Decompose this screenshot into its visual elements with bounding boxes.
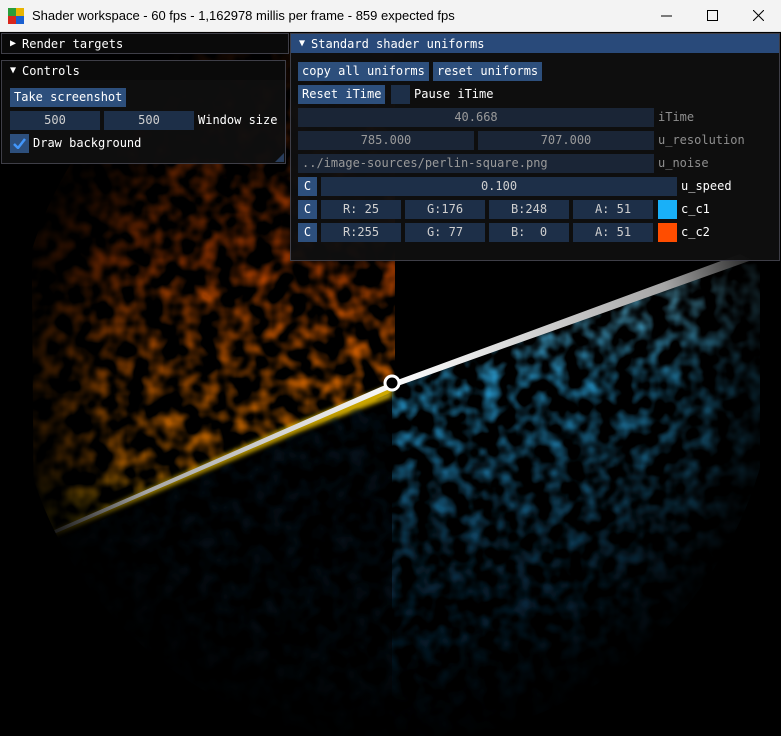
render-targets-title: Render targets (22, 36, 124, 51)
copy-all-uniforms-button[interactable]: copy all uniforms (298, 62, 429, 81)
controls-header[interactable]: ▼ Controls (2, 61, 285, 80)
speed-slider[interactable]: 0.100 (321, 177, 677, 196)
uniforms-header[interactable]: ▼ Standard shader uniforms (291, 34, 779, 53)
c1-a-field[interactable]: A: 51 (573, 200, 653, 219)
title-bar: Shader workspace - 60 fps - 1,162978 mil… (0, 0, 781, 32)
controls-window: ▼ Controls Take screenshot 500 500 Windo… (1, 60, 286, 164)
draw-background-checkbox[interactable] (10, 134, 29, 153)
c2-g-field[interactable]: G: 77 (405, 223, 485, 242)
collapsed-triangle-icon: ▶ (10, 38, 17, 49)
render-targets-window: ▶ Render targets (1, 33, 289, 54)
minimize-icon (660, 15, 672, 17)
reset-uniforms-button[interactable]: reset uniforms (433, 62, 543, 81)
noise-label: u_noise (658, 156, 709, 170)
noise-texture-field[interactable]: ../image-sources/perlin-square.png (298, 154, 654, 173)
c1-g-field[interactable]: G:176 (405, 200, 485, 219)
c2-a-field[interactable]: A: 51 (573, 223, 653, 242)
uniforms-window: ▼ Standard shader uniforms copy all unif… (290, 33, 780, 261)
uniforms-title: Standard shader uniforms (311, 36, 485, 51)
c1-r-field[interactable]: R: 25 (321, 200, 401, 219)
resolution-y-field[interactable]: 707.000 (478, 131, 654, 150)
speed-c-button[interactable]: C (298, 177, 317, 196)
resolution-x-field[interactable]: 785.000 (298, 131, 474, 150)
c2-b-field[interactable]: B: 0 (489, 223, 569, 242)
c1-c-button[interactable]: C (298, 200, 317, 219)
render-targets-header[interactable]: ▶ Render targets (2, 34, 288, 53)
c1-color-swatch[interactable] (658, 200, 677, 219)
speed-label: u_speed (681, 179, 732, 193)
c2-color-swatch[interactable] (658, 223, 677, 242)
resolution-label: u_resolution (658, 133, 745, 147)
minimize-button[interactable] (643, 0, 689, 32)
c1-b-field[interactable]: B:248 (489, 200, 569, 219)
expanded-triangle-icon: ▼ (10, 65, 17, 76)
window-height-input[interactable]: 500 (104, 111, 194, 130)
c2-label: c_c2 (681, 225, 710, 239)
itime-field[interactable]: 40.668 (298, 108, 654, 127)
draw-background-label: Draw background (33, 136, 142, 150)
resize-grip-icon[interactable] (275, 153, 284, 162)
c2-c-button[interactable]: C (298, 223, 317, 242)
pause-itime-checkbox[interactable] (391, 85, 410, 104)
reset-itime-button[interactable]: Reset iTime (298, 85, 386, 104)
maximize-button[interactable] (689, 0, 735, 32)
pause-itime-label: Pause iTime (414, 87, 494, 101)
checkmark-icon (13, 138, 26, 149)
c2-r-field[interactable]: R:255 (321, 223, 401, 242)
center-point-marker (383, 374, 401, 392)
window-width-input[interactable]: 500 (10, 111, 100, 130)
take-screenshot-button[interactable]: Take screenshot (10, 88, 127, 107)
close-icon (752, 10, 764, 21)
controls-title: Controls (22, 63, 80, 78)
expanded-triangle-icon: ▼ (299, 38, 306, 49)
close-button[interactable] (735, 0, 781, 32)
c1-label: c_c1 (681, 202, 710, 216)
window-size-label: Window size (198, 113, 278, 127)
itime-label: iTime (658, 110, 695, 124)
app-color-grid-icon (8, 7, 24, 24)
maximize-icon (706, 10, 718, 21)
window-title: Shader workspace - 60 fps - 1,162978 mil… (32, 8, 455, 23)
